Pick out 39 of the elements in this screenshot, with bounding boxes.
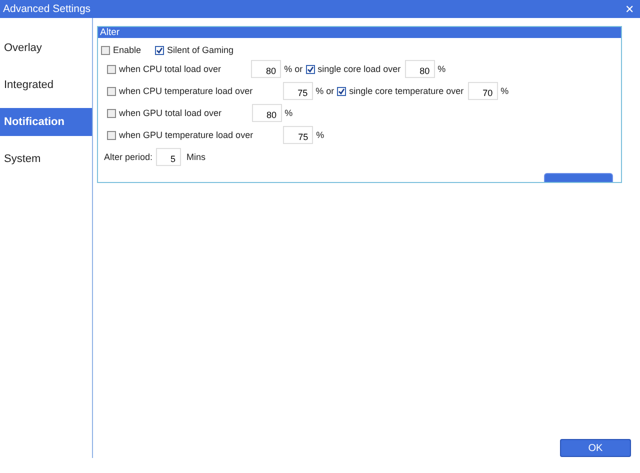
checkbox[interactable] [107,108,116,118]
checkbox[interactable] [107,64,116,74]
checkbox-label: single core temperature over [349,86,464,96]
period-label: Alter period: [104,152,153,162]
window-title: Advanced Settings [3,3,91,15]
input-field[interactable]: 75 [283,126,314,144]
checkbox[interactable] [337,86,346,96]
checkbox-label: Silent of Gaming [167,45,234,55]
checkbox-label: single core load over [318,64,401,74]
checkbox-label: when GPU total load over [119,108,222,118]
unit-label: % [438,64,446,74]
checkbox[interactable] [107,130,116,140]
close-button[interactable]: ✕ [623,2,636,16]
input-field[interactable]: 75 [282,82,313,100]
checkbox-label: when CPU total load over [119,64,222,74]
sidebar-item[interactable]: Integrated [0,71,92,99]
checkbox[interactable] [107,86,116,96]
input-field[interactable]: 80 [404,60,435,78]
checkbox-label: Enable [113,45,142,55]
sidebar-item[interactable]: Overlay [0,34,92,62]
unit-label: % or [316,86,334,96]
checkbox-label: when GPU temperature load over [119,130,254,140]
sidebar-item[interactable]: System [0,145,92,173]
input-field[interactable]: 70 [468,82,498,100]
checkbox[interactable] [101,46,110,54]
unit-label: Mins [186,152,206,162]
unit-label: % [500,86,509,96]
checkbox[interactable] [306,64,315,74]
input-field[interactable]: 80 [251,60,282,78]
unit-label: % or [284,64,303,74]
unit-label: % [284,108,293,118]
input-field[interactable]: 80 [252,104,282,122]
input-field[interactable]: 5 [156,148,181,166]
checkbox-label: when CPU temperature load over [119,86,253,96]
panel-header: Alter [98,27,621,38]
unit-label: % [316,130,324,140]
checkbox[interactable] [155,46,164,54]
ok-button[interactable]: OK [560,439,631,457]
sidebar-item[interactable]: Notification [0,108,92,136]
